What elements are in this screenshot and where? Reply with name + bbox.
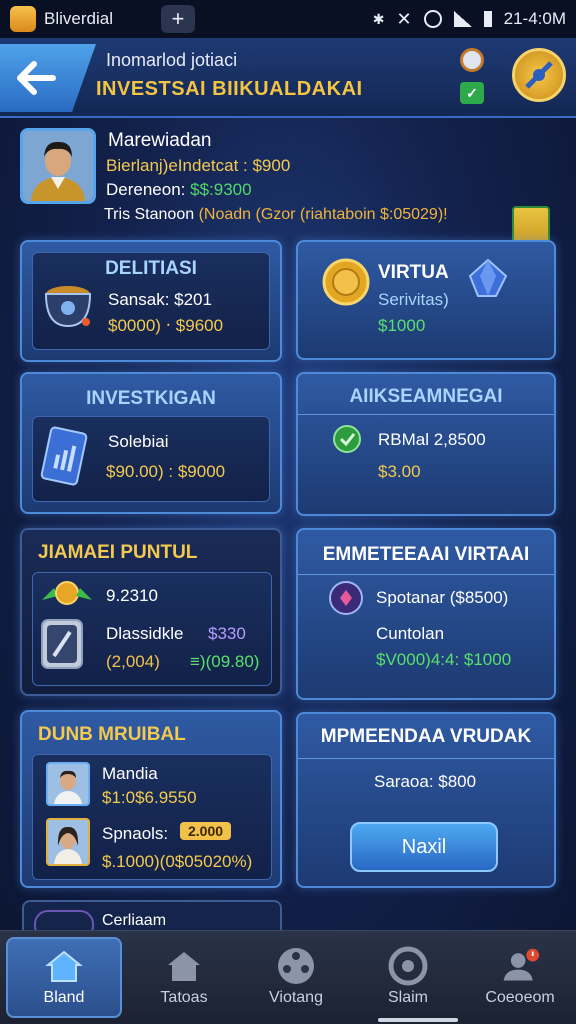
back-button[interactable] [0, 44, 96, 112]
clock: 21-4:0M [503, 9, 566, 28]
card-line-2: $90.00) : $9000 [106, 462, 226, 481]
card-title: AIIKSEAMNEGAI [349, 386, 503, 407]
balance-label: Dereneon: [106, 180, 191, 199]
card-title: VIRTUA [378, 262, 449, 283]
card-emmeteeaai-virtaai[interactable]: EMMETEEAAI VIRTAAI Spotanar ($8500) Cunt… [296, 528, 556, 700]
divider [298, 414, 554, 415]
card-title: JIAMAEI PUNTUL [38, 542, 198, 563]
card-line-3b: ≡)(09.80) [190, 652, 260, 671]
card-line-1: Saraoa: $800 [374, 772, 477, 791]
card-line-1: Sansak: $201 [108, 290, 212, 309]
divider [298, 574, 554, 575]
battery-icon [483, 11, 492, 27]
app-name: Bliverdial [44, 9, 113, 28]
nav-item-tatoas[interactable]: Tatoas [128, 931, 240, 1024]
alarm-icon [423, 10, 442, 28]
partial-card[interactable]: Cerliaam [22, 900, 282, 940]
balance-value: $$:9300 [190, 180, 252, 199]
gold-coin-icon [322, 258, 370, 306]
clock-icon[interactable] [460, 48, 484, 72]
page-subtitle: Inomarlod jotiaci [106, 50, 238, 70]
member-1-value: $1:0$6.9550 [102, 788, 197, 807]
card-line-2: Cuntolan [376, 624, 445, 643]
member-2-value: $.1000)(0$05020%) [102, 852, 253, 871]
card-line-3a: (2,004) [106, 652, 160, 671]
cauldron-icon [44, 286, 92, 328]
member-2-badge: 2.000 [180, 822, 232, 840]
card-title: MPMEENDAA VRUDAK [320, 726, 532, 747]
avatar[interactable] [46, 818, 90, 866]
nav-item-coeoeom[interactable]: Coeoeom [464, 931, 576, 1024]
profile-investment: Bierlanj)eIndetcat : $900 [106, 156, 291, 175]
profile-balance: Dereneon: $$:9300 [106, 180, 252, 200]
card-jiamaei-puntul[interactable]: JIAMAEI PUNTUL 9.2310 Dlassidkle $330 (2… [20, 528, 282, 696]
app-icon [10, 6, 36, 32]
compass-icon[interactable] [512, 48, 566, 102]
card-aiikseamnegai[interactable]: AIIKSEAMNEGAI RBMal 2,8500 $3.00 [296, 372, 556, 516]
gem-orb-icon [329, 581, 363, 615]
status-label: Tris Stanoon [104, 206, 199, 223]
page-header: Inomarlod jotiaci INVESTSAI BIIKUALDAKAI… [0, 38, 576, 118]
nav-label: Coeoeom [485, 988, 555, 1006]
card-line-2: Dlassidkle [106, 624, 184, 643]
bottom-nav: Bland Tatoas Viotang Slaim Coeoeom [0, 930, 576, 1024]
wrench-tool-icon [41, 619, 83, 669]
target-icon [388, 946, 428, 985]
card-virtua[interactable]: VIRTUA Serivitas) $1000 [296, 240, 556, 360]
card-title: DUNB MRUIBAL [38, 724, 186, 745]
card-line-2: $3.00 [378, 462, 421, 481]
card-investkigan[interactable]: INVESTKIGAN Solebiai $90.00) : $9000 [20, 372, 282, 514]
card-line-2: $1000 [378, 316, 426, 335]
card-title: DELITIASI [105, 258, 197, 279]
card-title: INVESTKIGAN [86, 388, 216, 409]
card-mpmeendaa-vrudak[interactable]: MPMEENDAA VRUDAK Saraoa: $800 Naxil [296, 712, 556, 888]
bluetooth-icon: ✱ [372, 10, 385, 27]
user-notification-icon [500, 948, 540, 983]
next-button[interactable]: Naxil [350, 822, 498, 872]
card-title: EMMETEEAAI VIRTAAI [322, 544, 530, 565]
check-badge-icon[interactable]: ✓ [460, 82, 484, 104]
shield-icon [333, 425, 361, 453]
nav-item-slaim[interactable]: Slaim [352, 931, 464, 1024]
nav-label: Bland [43, 988, 85, 1006]
partial-card-label: Cerliaam [102, 912, 167, 929]
avatar[interactable] [46, 762, 90, 806]
arrow-left-icon [17, 61, 56, 95]
card-line-1: Spotanar ($8500) [376, 588, 509, 607]
network-icon: ✕ [396, 8, 412, 29]
card-line-1: RBMal 2,8500 [378, 430, 486, 449]
card-line-1: 9.2310 [106, 586, 158, 605]
home-icon [44, 949, 84, 983]
divider [298, 758, 554, 759]
tablet-chart-icon [40, 426, 88, 486]
member-1-name: Mandia [102, 764, 158, 783]
nav-label: Slaim [387, 988, 428, 1006]
new-tab-button[interactable]: + [160, 5, 195, 33]
status-bar: Bliverdial + ✱ ✕ 21-4:0M [0, 0, 576, 38]
nav-label: Tatoas [160, 988, 208, 1006]
card-line-2-value: $330 [208, 624, 246, 643]
house-icon [164, 949, 204, 983]
card-delitiasi[interactable]: DELITIASI Sansak: $201 $0000) ‧ $9600 [20, 240, 282, 362]
page-title: INVESTSAI BIIKUALDAKAI [96, 78, 363, 100]
home-indicator [378, 1018, 458, 1022]
nav-label: Viotang [269, 988, 323, 1006]
card-dunb-mruibal[interactable]: DUNB MRUIBAL Mandia $1:0$6.9550 Spnaols:… [20, 710, 282, 888]
card-line-2: $0000) ‧ $9600 [108, 316, 224, 335]
avatar[interactable] [20, 128, 96, 204]
nav-item-bland[interactable]: Bland [6, 937, 122, 1018]
crystal-icon [468, 258, 508, 297]
profile-name: Marewiadan [108, 130, 212, 151]
card-line-1: Serivitas) [378, 290, 449, 309]
card-line-3: $V000)4:4: $1000 [376, 650, 512, 669]
film-reel-icon [276, 947, 316, 984]
profile-status: Tris Stanoon (Noadn (Gzor (riahtaboin $:… [104, 206, 448, 224]
status-detail: (Noadn (Gzor (riahtaboin $:05029)! [198, 206, 448, 223]
member-2-name: Spnaols: [102, 824, 169, 843]
profile-summary: Marewiadan Bierlanj)eIndetcat : $900 Der… [20, 128, 560, 258]
card-line-1: Solebiai [108, 432, 169, 451]
nav-item-viotang[interactable]: Viotang [240, 931, 352, 1024]
signal-icon [453, 11, 472, 27]
gold-coins-icon [42, 581, 92, 605]
